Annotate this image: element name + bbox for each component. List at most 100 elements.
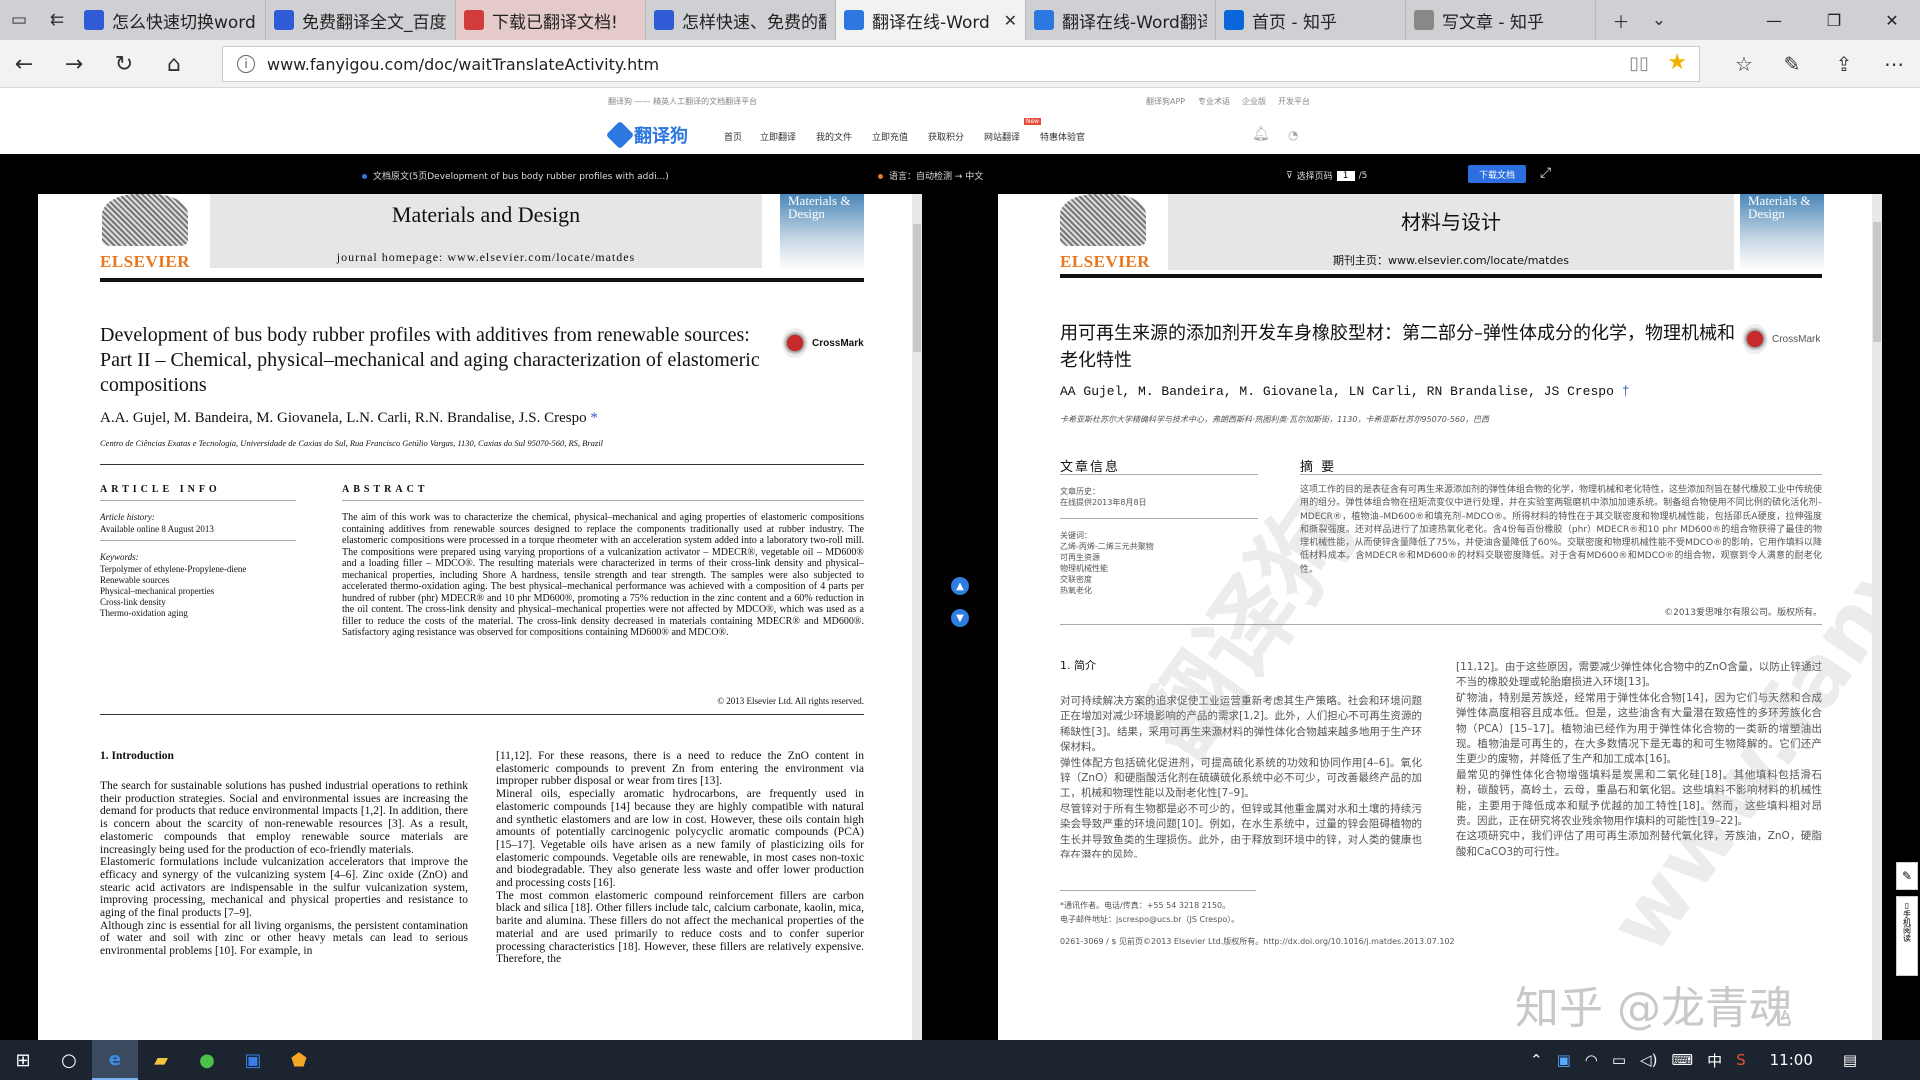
- close-tab-icon[interactable]: ✕: [1004, 11, 1017, 30]
- divider: [100, 464, 864, 465]
- journal-title: Materials and Design: [391, 202, 581, 227]
- scrollbar-thumb[interactable]: [913, 224, 921, 352]
- battery-icon[interactable]: ▭: [1612, 1051, 1626, 1069]
- author-list: A.A. Gujel, M. Bandeira, M. Giovanela, L…: [100, 410, 598, 426]
- keyword: 热氧老化: [1060, 586, 1092, 595]
- menu-translate[interactable]: 立即翻译: [760, 130, 796, 143]
- share-icon[interactable]: ⇪: [1826, 46, 1862, 82]
- browser-tab[interactable]: 怎样快速、免费的翻: [646, 0, 836, 40]
- doi-line[interactable]: 0261-3069 / $ 见前页©2013 Elsevier Ltd.版权所有…: [1060, 936, 1455, 947]
- address-bar[interactable]: i www.fanyigou.com/doc/waitTranslateActi…: [222, 46, 1700, 82]
- volume-icon[interactable]: ◁): [1640, 1051, 1657, 1069]
- copyright: ©2013爱思唯尔有限公司。版权所有。: [1664, 608, 1822, 618]
- menu-site-translate[interactable]: 网站翻译: [984, 130, 1020, 143]
- info-icon[interactable]: i: [237, 55, 255, 73]
- tab-title: 翻译在线-Word翻译: [1062, 12, 1207, 33]
- menu-experience[interactable]: 特惠体验官: [1040, 130, 1085, 143]
- body-column-2: [11,12]。由于这些原因，需要减少弹性体化合物中的ZnO含量，以防止锌通过不…: [1456, 661, 1822, 858]
- app-icon[interactable]: ⬟: [276, 1040, 322, 1080]
- favorite-star-icon[interactable]: ★: [1667, 50, 1687, 75]
- article-title: 用可再生来源的添加剂开发车身橡胶型材：第二部分–弹性体成分的化学，物理机械和老化…: [1060, 323, 1735, 371]
- scrollbar-thumb[interactable]: [1873, 222, 1881, 342]
- topline-link-enterprise[interactable]: 企业版: [1242, 96, 1266, 107]
- cortana-search-icon[interactable]: ○: [46, 1040, 92, 1080]
- topline-link-developer[interactable]: 开发平台: [1278, 96, 1310, 107]
- set-aside-tabs-icon[interactable]: ⇇: [38, 0, 76, 40]
- favorites-list-icon[interactable]: ☆: [1726, 46, 1762, 82]
- fanyigou-icon: [1034, 10, 1054, 30]
- maximize-button[interactable]: ❐: [1806, 0, 1862, 40]
- topline-link-terms[interactable]: 专业术语: [1198, 96, 1230, 107]
- home-icon[interactable]: ⌂: [156, 46, 192, 82]
- corresponding-author-note: *通讯作者。电话/传真：+55 54 3218 2150。: [1060, 901, 1231, 910]
- glasses-icon: [464, 10, 484, 30]
- new-tab-icon[interactable]: ＋: [1602, 0, 1640, 40]
- body-column-1: The search for sustainable solutions has…: [100, 780, 468, 958]
- notification-icon[interactable]: ▤: [1843, 1051, 1857, 1069]
- edge-browser-icon[interactable]: e: [92, 1040, 138, 1080]
- reading-view-icon[interactable]: ▯▯: [1629, 53, 1649, 74]
- crossmark-badge[interactable]: CrossMark: [1742, 324, 1820, 354]
- ime-indicator[interactable]: 中: [1707, 1050, 1722, 1071]
- fullscreen-icon[interactable]: ⤢: [1540, 165, 1551, 181]
- keyword-list: 乙烯-丙烯-二烯三元共聚物 可再生资源 物理机械性能 交联密度 热氧老化: [1060, 541, 1154, 596]
- browser-tab[interactable]: 翻译在线-Word ✕: [836, 0, 1026, 40]
- menu-recharge[interactable]: 立即充值: [872, 130, 908, 143]
- browser-tab[interactable]: 怎么快速切换word: [76, 0, 266, 40]
- body-column-1: 对可持续解决方案的追求促使工业运营重新考虑其生产策略。社会和环境问题正在增加对减…: [1060, 695, 1422, 858]
- wechat-icon[interactable]: ●: [184, 1040, 230, 1080]
- menu-points[interactable]: 获取积分: [928, 130, 964, 143]
- page-total: /5: [1358, 170, 1368, 181]
- scroll-up-button[interactable]: ▲: [951, 577, 969, 595]
- network-icon[interactable]: ▣: [1557, 1051, 1571, 1069]
- windows-start-icon[interactable]: ⊞: [0, 1040, 46, 1080]
- bell-icon[interactable]: 🔔︎: [1252, 126, 1270, 142]
- browser-tab[interactable]: 写文章 - 知乎: [1406, 0, 1596, 40]
- browser-tab[interactable]: 首页 - 知乎: [1216, 0, 1406, 40]
- original-scrollbar[interactable]: [912, 194, 922, 1040]
- keywords-label: 关键词：: [1060, 531, 1092, 540]
- feedback-icon[interactable]: ✎: [1896, 862, 1918, 890]
- baidu-paw-icon: [274, 10, 294, 30]
- file-dot-icon: [362, 174, 367, 179]
- browser-tab[interactable]: 免费翻译全文_百度: [266, 0, 456, 40]
- crossmark-icon: [1742, 324, 1768, 354]
- menu-home[interactable]: 首页: [724, 130, 742, 143]
- abstract-label: 摘 要: [1300, 460, 1337, 475]
- mobile-read-button[interactable]: ▯ 手机阅读: [1896, 896, 1918, 976]
- forward-arrow-icon[interactable]: →: [56, 46, 92, 82]
- wps-icon[interactable]: ▣: [230, 1040, 276, 1080]
- scroll-down-button[interactable]: ▼: [951, 609, 969, 627]
- wifi-icon[interactable]: ◠: [1585, 1051, 1598, 1069]
- translated-scrollbar[interactable]: [1872, 194, 1882, 1040]
- user-avatar-icon[interactable]: ◔: [1288, 128, 1298, 142]
- keyword: Thermo-oxidation aging: [100, 608, 188, 618]
- keyboard-icon[interactable]: ⌨: [1671, 1051, 1693, 1069]
- menu-my-files[interactable]: 我的文件: [816, 130, 852, 143]
- tab-preview-icon[interactable]: ▭: [0, 0, 38, 40]
- download-document-button[interactable]: 下载文档: [1468, 165, 1526, 183]
- topline-link-app[interactable]: 翻译狗APP: [1146, 96, 1185, 107]
- keyword: 交联密度: [1060, 575, 1092, 584]
- clock[interactable]: 11:00: [1770, 1051, 1813, 1069]
- more-icon[interactable]: ⋯: [1876, 46, 1912, 82]
- sogou-icon[interactable]: S: [1736, 1051, 1746, 1069]
- affiliation: Centro de Ciências Exatas e Tecnologia, …: [100, 438, 603, 448]
- site-logo[interactable]: 翻译狗: [605, 120, 688, 150]
- page-number-input[interactable]: 1: [1336, 170, 1355, 181]
- browser-tab[interactable]: 下载已翻译文档!: [456, 0, 646, 40]
- chevron-up-icon[interactable]: ⌃: [1530, 1051, 1543, 1069]
- crossmark-badge[interactable]: CrossMark: [782, 328, 864, 358]
- page-select: ⊽ 选择页码 1 /5: [1286, 169, 1367, 182]
- tab-title: 怎么快速切换word: [112, 12, 256, 33]
- chevron-down-icon[interactable]: ⌄: [1640, 0, 1678, 40]
- pen-icon[interactable]: ✎: [1774, 46, 1810, 82]
- browser-tab[interactable]: 翻译在线-Word翻译: [1026, 0, 1216, 40]
- refresh-icon[interactable]: ↻: [106, 46, 142, 82]
- file-explorer-icon[interactable]: ▰: [138, 1040, 184, 1080]
- divider: [1060, 474, 1258, 475]
- close-window-button[interactable]: ✕: [1864, 0, 1920, 40]
- minimize-button[interactable]: —: [1746, 0, 1802, 40]
- back-arrow-icon[interactable]: ←: [6, 46, 42, 82]
- keyword: Physical–mechanical properties: [100, 586, 215, 596]
